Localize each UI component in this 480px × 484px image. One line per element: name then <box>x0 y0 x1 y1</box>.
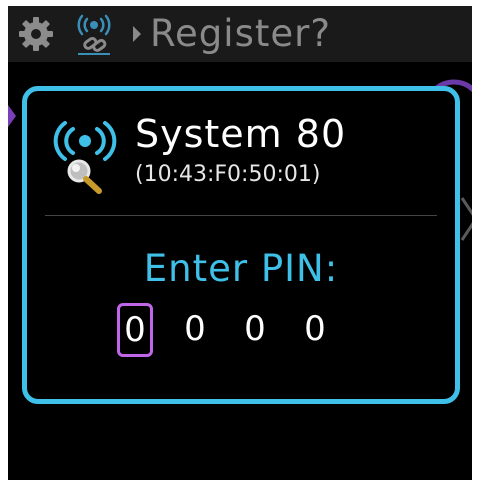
dialog-divider <box>45 215 437 216</box>
pin-digit-4[interactable]: 0 <box>297 303 333 357</box>
pin-entry[interactable]: 0 0 0 0 <box>117 303 357 363</box>
top-bar: Register? <box>8 6 472 62</box>
right-scroll-hint <box>460 197 472 241</box>
pin-dialog: System 80 (10:43:F0:50:01) Enter PIN: 0 … <box>22 86 460 404</box>
pin-prompt: Enter PIN: <box>143 247 339 290</box>
device-address: (10:43:F0:50:01) <box>135 162 321 187</box>
page-title: Register? <box>150 12 331 55</box>
breadcrumb-arrow-icon <box>133 26 141 42</box>
pin-digit-2[interactable]: 0 <box>177 303 213 357</box>
wireless-link-icon <box>77 14 111 55</box>
device-screen: Register? System 80 (10:43:F0:50:01) Ent… <box>8 6 472 480</box>
pin-digit-1[interactable]: 0 <box>117 303 153 357</box>
gear-icon[interactable] <box>18 16 54 52</box>
left-scroll-hint <box>8 105 16 127</box>
pin-digit-3[interactable]: 0 <box>237 303 273 357</box>
wireless-search-icon <box>53 121 117 194</box>
device-name: System 80 <box>135 112 347 156</box>
